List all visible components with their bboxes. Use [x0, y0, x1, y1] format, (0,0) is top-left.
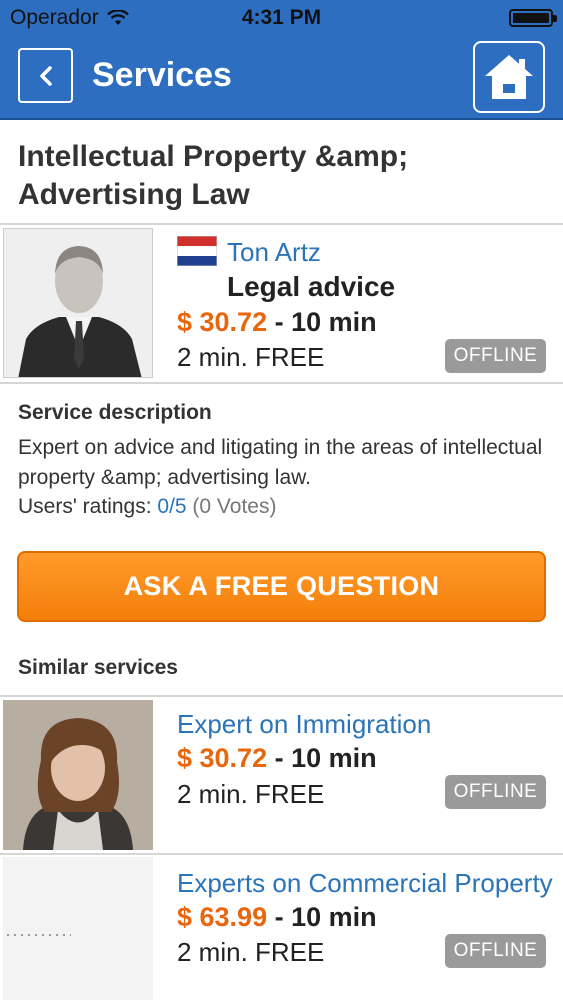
expert-photo	[3, 228, 153, 378]
price-value: $ 30.72	[177, 743, 268, 773]
price-line: $ 30.72 - 10 min	[177, 743, 377, 774]
free-minutes: 2 min. FREE	[177, 937, 325, 967]
chevron-left-icon	[39, 65, 52, 86]
service-title: Intellectual Property &amp; Advertising …	[18, 140, 409, 211]
status-badge: OFFLINE	[445, 775, 546, 809]
price-value: $ 63.99	[177, 902, 268, 932]
similar-service-title[interactable]: Experts on Commercial Property	[177, 868, 553, 899]
status-badge: OFFLINE	[445, 339, 546, 373]
expert-card[interactable]: Ton Artz Legal advice $ 30.72 - 10 min 2…	[0, 226, 563, 382]
similar-service-item[interactable]: Experts on Commercial Property $ 63.99 -…	[0, 855, 563, 1000]
expert-photo	[3, 700, 153, 850]
ratings: Users' ratings: 0/5 (0 Votes)	[18, 495, 276, 519]
expert-photo	[3, 857, 153, 1000]
status-badge: OFFLINE	[445, 934, 546, 968]
price-line: $ 30.72 - 10 min	[177, 307, 377, 338]
similar-service-title[interactable]: Expert on Immigration	[177, 709, 431, 740]
price-line: $ 63.99 - 10 min	[177, 902, 377, 933]
nav-title: Services	[92, 56, 232, 94]
description-heading: Service description	[18, 401, 212, 424]
free-minutes: 2 min. FREE	[177, 779, 325, 809]
price-duration: - 10 min	[267, 307, 377, 337]
nav-bar: Services	[0, 36, 563, 120]
battery-icon	[509, 9, 557, 27]
clock: 4:31 PM	[241, 6, 322, 29]
expert-name-link[interactable]: Ton Artz	[227, 237, 321, 268]
price-value: $ 30.72	[177, 307, 268, 337]
similar-services-heading: Similar services	[18, 656, 178, 679]
back-button[interactable]	[18, 48, 73, 103]
home-button[interactable]	[473, 41, 545, 113]
ask-free-question-button[interactable]: ASK A FREE QUESTION	[17, 551, 546, 622]
service-name: Legal advice	[227, 271, 396, 302]
status-bar: Operador 4:31 PM	[0, 0, 563, 36]
price-duration: - 10 min	[267, 743, 377, 773]
price-duration: - 10 min	[267, 902, 377, 932]
free-minutes: 2 min. FREE	[177, 342, 325, 372]
netherlands-flag-icon	[177, 236, 217, 266]
ratings-label: Users' ratings:	[18, 495, 158, 518]
divider	[0, 223, 563, 225]
divider	[0, 382, 563, 384]
ratings-votes: (0 Votes)	[186, 495, 277, 518]
similar-service-item[interactable]: Expert on Immigration $ 30.72 - 10 min 2…	[0, 697, 563, 853]
ratings-score[interactable]: 0/5	[157, 495, 186, 518]
description-text: Expert on advice and litigating in the a…	[18, 436, 543, 489]
home-icon	[485, 55, 533, 99]
